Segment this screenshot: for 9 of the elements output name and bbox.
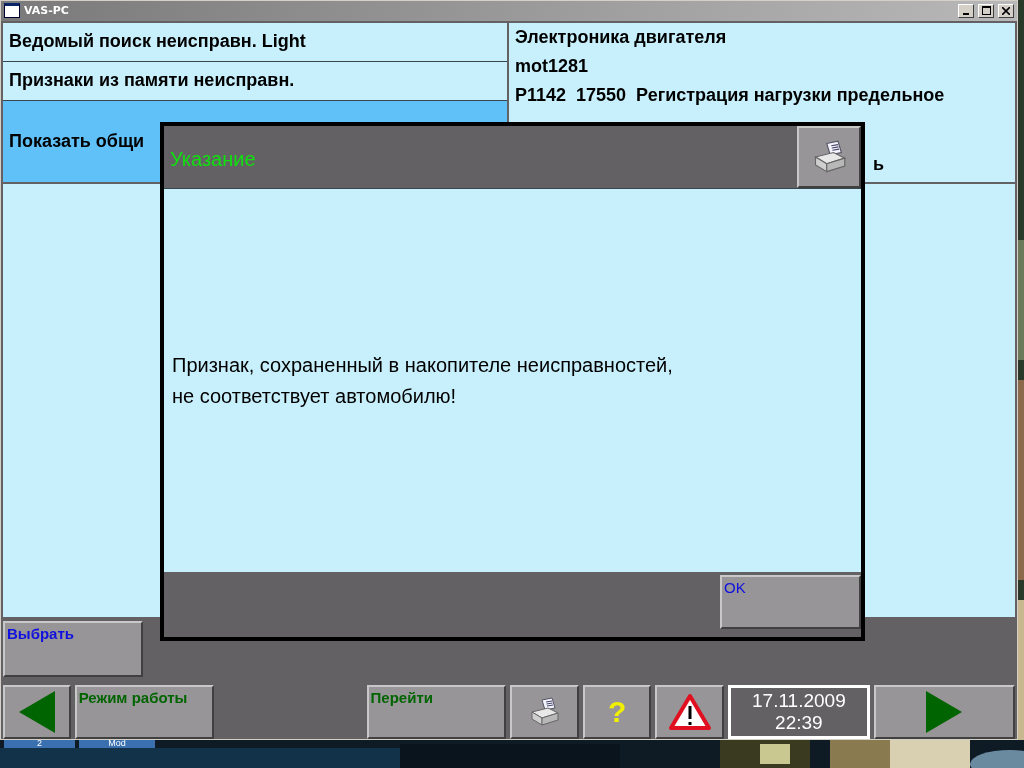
info-text: ь (873, 153, 886, 175)
date-text: 17.11.2009 (752, 690, 846, 712)
info-text: mot1281 (515, 55, 590, 77)
info-text: P1142 17550 Регистрация нагрузки предельное (515, 84, 946, 106)
window-title: VAS-PC (24, 4, 70, 18)
info-text: Электроника двигателя (515, 26, 728, 48)
time-text: 22:39 (775, 712, 823, 734)
dialog-message: Признак, сохраненный в накопителе неисправностей, не соответствует автомобилю! (172, 352, 673, 409)
dialog-title: Указание (169, 146, 256, 171)
